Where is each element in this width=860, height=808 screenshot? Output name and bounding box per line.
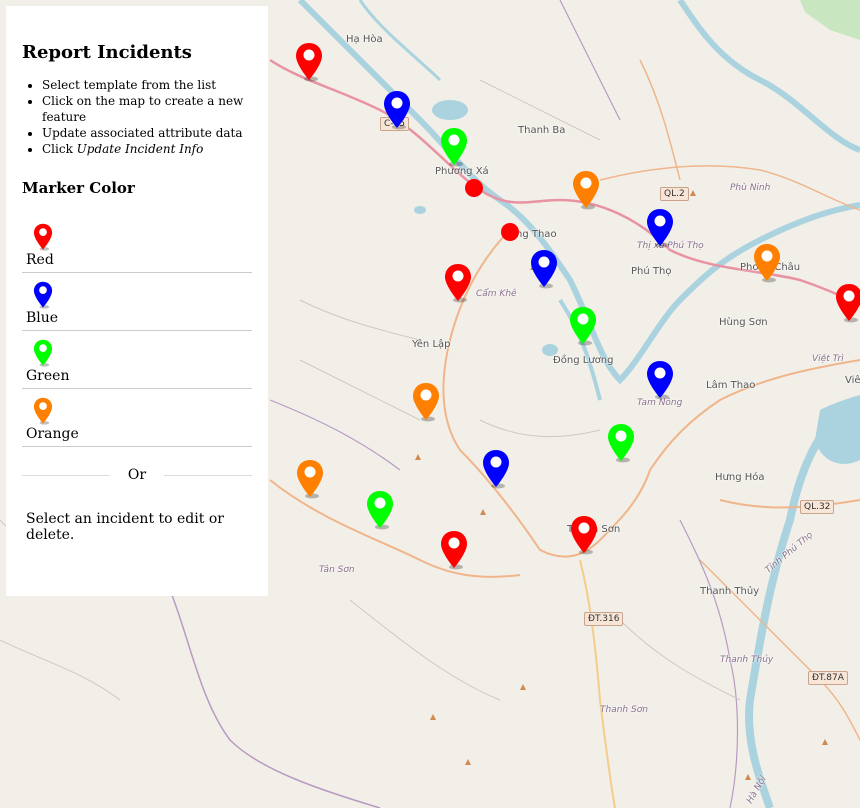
instruction-item: Click Update Incident Info (42, 141, 252, 157)
incident-marker-red[interactable] (834, 283, 860, 323)
place-label: Lâm Thao (706, 380, 756, 391)
instruction-item: Update associated attribute data (42, 125, 252, 141)
place-label: Yên Lập (412, 339, 451, 350)
instruction-click-emph: Update Incident Info (76, 142, 204, 156)
road-shield: ĐT.87A (808, 671, 848, 685)
map-pin-icon (32, 339, 54, 367)
incident-marker-orange[interactable] (571, 170, 601, 210)
map-pin-icon (32, 397, 54, 425)
select-incident-hint: Select an incident to edit or delete. (26, 511, 224, 543)
instruction-item: Select template from the list (42, 77, 252, 93)
divider-line (164, 474, 253, 476)
color-option-label: Red (26, 252, 54, 268)
place-label: Hưng Hóa (715, 472, 765, 483)
place-label: Việt Trì (812, 354, 844, 364)
incident-marker-orange[interactable] (295, 459, 325, 499)
place-label: Thanh Thủy (700, 586, 760, 597)
place-label: Viê (845, 375, 860, 386)
place-label: Thanh Sơn (600, 705, 648, 715)
place-label: ng Thao (516, 229, 557, 240)
incident-marker-blue[interactable] (645, 360, 675, 400)
place-label: Phú Thọ (631, 266, 672, 277)
color-option-label: Green (26, 368, 70, 384)
place-label: Phương Xá (435, 166, 489, 177)
map-pin-icon (32, 223, 54, 251)
color-option-orange[interactable]: Orange (22, 389, 252, 447)
color-option-label: Orange (26, 426, 79, 442)
color-option-blue[interactable]: Blue (22, 273, 252, 331)
road-shield: ĐT.316 (584, 612, 624, 626)
place-label: Đồng Lương (553, 355, 614, 366)
or-label: Or (127, 467, 147, 483)
place-label: Cẩm Khê (476, 289, 517, 299)
place-label: Thanh Ba (518, 125, 566, 136)
incident-marker-red[interactable] (439, 530, 469, 570)
road-shield: QL.2 (660, 187, 689, 201)
report-incidents-panel: Report Incidents Select template from th… (6, 6, 268, 596)
incident-marker-blue[interactable] (529, 249, 559, 289)
place-label: Thanh Thủy (720, 655, 774, 665)
incident-marker-orange[interactable] (411, 382, 441, 422)
incident-marker-orange[interactable] (752, 243, 782, 283)
incident-marker-blue[interactable] (382, 90, 412, 130)
incident-marker-red[interactable] (443, 263, 473, 303)
incident-marker-green[interactable] (568, 306, 598, 346)
incident-marker-red[interactable] (569, 515, 599, 555)
place-label: Phù Ninh (730, 183, 771, 193)
incident-dot[interactable] (465, 179, 483, 197)
incident-marker-green[interactable] (439, 127, 469, 167)
place-label: Hùng Sơn (719, 317, 768, 328)
color-option-red[interactable]: Red (22, 215, 252, 273)
map-pin-icon (32, 281, 54, 309)
place-label: Hạ Hòa (346, 34, 383, 45)
incident-marker-green[interactable] (365, 490, 395, 530)
color-option-green[interactable]: Green (22, 331, 252, 389)
incident-marker-blue[interactable] (645, 208, 675, 248)
marker-color-heading: Marker Color (22, 179, 135, 197)
or-divider: Or (22, 467, 253, 483)
incident-marker-green[interactable] (606, 423, 636, 463)
road-shield: QL.32 (800, 500, 835, 514)
instructions-list: Select template from the list Click on t… (22, 77, 252, 157)
incident-marker-blue[interactable] (481, 449, 511, 489)
incident-marker-red[interactable] (294, 42, 324, 82)
place-label: Tân Sơn (319, 565, 355, 575)
instruction-click-prefix: Click (42, 142, 77, 156)
incident-dot[interactable] (501, 223, 519, 241)
instruction-item: Click on the map to create a new feature (42, 93, 252, 125)
color-option-label: Blue (26, 310, 59, 326)
panel-title: Report Incidents (22, 42, 192, 63)
divider-line (22, 474, 110, 476)
